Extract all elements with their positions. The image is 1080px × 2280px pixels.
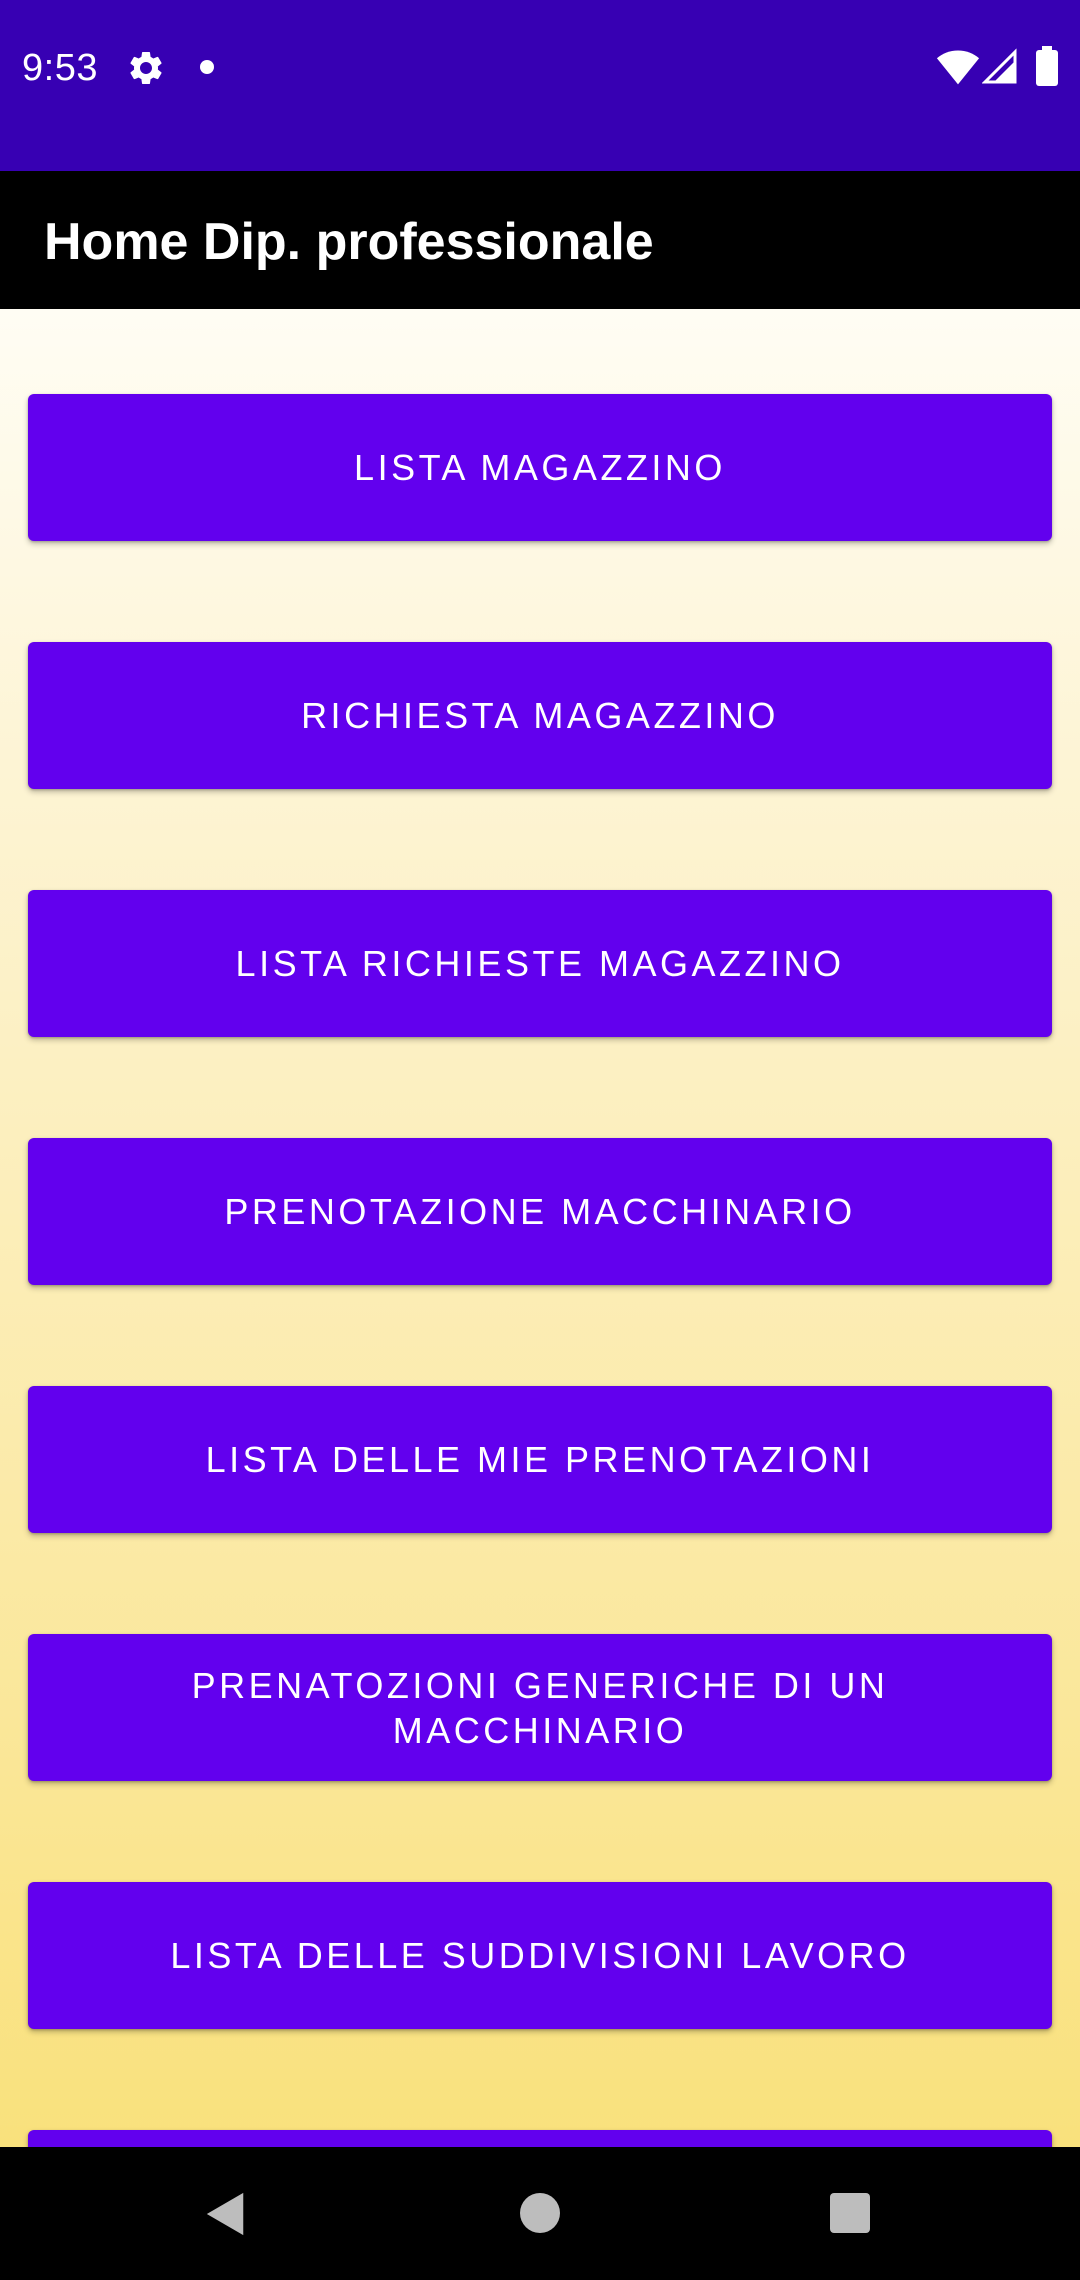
page-title: Home Dip. professionale [44,213,654,271]
lista-richieste-magazzino-button[interactable]: LISTA RICHIESTE MAGAZZINO [28,890,1052,1037]
prenotazioni-generiche-macchinario-button[interactable]: PRENATOZIONI GENERICHE DI UN MACCHINARIO [28,1634,1052,1781]
cell-signal-icon [982,48,1017,84]
android-screen: 9:53 Home Dip. professionale LISTA MAGAZ… [0,0,1080,2280]
lista-magazzino-button[interactable]: LISTA MAGAZZINO [28,394,1052,541]
lista-suddivisioni-lavoro-button[interactable]: LISTA DELLE SUDDIVISIONI LAVORO [28,1882,1052,2029]
lista-mie-prenotazioni-button[interactable]: LISTA DELLE MIE PRENOTAZIONI [28,1386,1052,1533]
home-icon[interactable] [520,2193,560,2233]
back-icon[interactable] [204,2191,248,2237]
recent-apps-icon[interactable] [830,2193,870,2233]
system-nav-bar [0,2147,1080,2280]
notification-dot-icon [200,60,214,74]
app-bar: Home Dip. professionale [0,171,1080,309]
status-time: 9:53 [22,47,98,89]
status-bar: 9:53 [0,0,1080,171]
partially-visible-button[interactable] [28,2130,1052,2147]
prenotazione-macchinario-button[interactable]: PRENOTAZIONE MACCHINARIO [28,1138,1052,1285]
wifi-icon [936,50,980,85]
richiesta-magazzino-button[interactable]: RICHIESTA MAGAZZINO [28,642,1052,789]
main-content[interactable]: LISTA MAGAZZINO RICHIESTA MAGAZZINO LIST… [0,309,1080,2147]
gear-icon [130,51,162,84]
battery-icon [1036,46,1058,86]
